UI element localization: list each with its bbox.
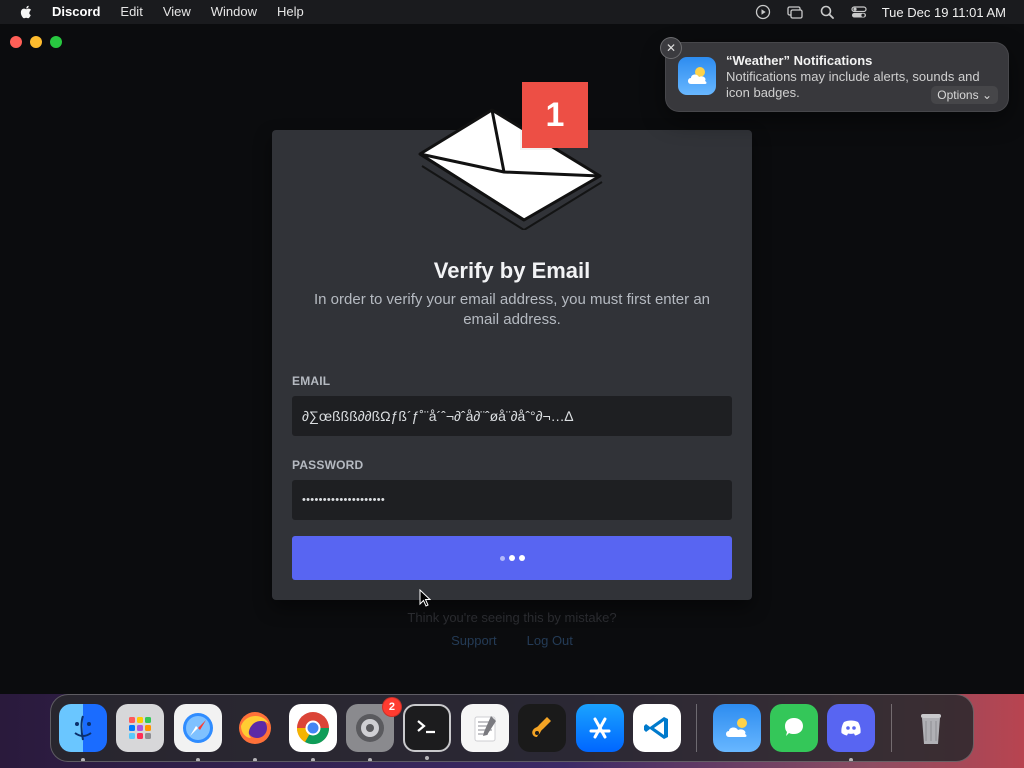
app-store-icon[interactable]	[575, 704, 624, 752]
loading-dot-icon	[518, 555, 525, 561]
options-label: Options	[937, 88, 979, 102]
launchpad-icon[interactable]	[116, 704, 165, 752]
menu-view[interactable]: View	[163, 0, 191, 24]
chevron-down-icon: ⌄	[981, 88, 992, 102]
dock: 2	[50, 694, 974, 762]
notification-count-badge: 1	[522, 82, 588, 148]
zoom-window-button[interactable]	[50, 36, 62, 48]
verify-subtitle: In order to verify your email address, y…	[314, 291, 710, 328]
safari-icon[interactable]	[173, 704, 222, 761]
verify-title: Verify by Email	[433, 258, 591, 283]
chrome-icon[interactable]	[288, 704, 337, 761]
screen-mirroring-icon[interactable]	[786, 3, 804, 21]
dock-separator	[890, 704, 892, 752]
close-window-button[interactable]	[10, 36, 22, 48]
menu-edit[interactable]: Edit	[120, 0, 142, 24]
menu-app-name[interactable]: Discord	[52, 0, 100, 24]
menu-clock[interactable]: Tue Dec 19 11:01 AM	[882, 5, 1006, 20]
menu-window[interactable]: Window	[211, 0, 257, 24]
mistake-help-area: Think you're seeing this by mistake? Sup…	[272, 610, 752, 648]
weather-app-icon	[678, 57, 716, 95]
submit-button[interactable]	[292, 536, 732, 580]
email-input[interactable]: ∂∑œßßß∂∂ßΩƒß´ƒ˚¨å´ˆ¬∂ˆå∂¨ˆøå¨∂åˆ°∂¬…∆	[292, 396, 732, 436]
firefox-icon[interactable]	[231, 704, 279, 761]
finder-icon[interactable]	[59, 704, 107, 761]
loading-dot-icon	[508, 555, 515, 561]
weather-icon[interactable]	[712, 704, 761, 752]
terminal-icon[interactable]	[403, 704, 452, 760]
menu-bar: Discord Edit View Window Help Tue Dec 19…	[0, 0, 1024, 25]
dock-separator	[696, 704, 698, 752]
minimize-window-button[interactable]	[30, 36, 42, 48]
messages-icon[interactable]	[770, 704, 819, 752]
trash-icon[interactable]	[907, 704, 955, 752]
traffic-lights	[10, 36, 62, 48]
settings-badge: 2	[381, 697, 402, 717]
control-center-icon[interactable]	[850, 3, 868, 21]
menu-help[interactable]: Help	[277, 0, 304, 24]
discord-icon[interactable]	[827, 704, 876, 761]
notification-close-button[interactable]: ✕	[660, 37, 682, 59]
garageband-icon[interactable]	[518, 704, 567, 752]
mistake-help-text: Think you're seeing this by mistake?	[407, 610, 617, 625]
email-label: EMAIL	[292, 374, 331, 388]
vscode-icon[interactable]	[632, 704, 681, 752]
support-link[interactable]: Support	[451, 633, 497, 648]
spotlight-search-icon[interactable]	[818, 3, 836, 21]
weather-notification[interactable]: ✕ “Weather” Notifications Notifications …	[660, 37, 1009, 112]
loading-dot-icon	[499, 555, 505, 561]
notification-options-button[interactable]: Options ⌄	[931, 86, 998, 104]
password-input[interactable]: ••••••••••••••••••••	[292, 480, 732, 520]
textedit-icon[interactable]	[460, 704, 509, 752]
notification-title: “Weather” Notifications	[726, 53, 873, 68]
mouse-cursor-icon	[419, 589, 431, 607]
password-label: PASSWORD	[292, 458, 364, 472]
logout-link[interactable]: Log Out	[527, 633, 573, 648]
system-settings-icon[interactable]: 2	[345, 697, 402, 761]
play-circle-icon[interactable]	[754, 3, 772, 21]
apple-icon[interactable]	[18, 4, 34, 20]
